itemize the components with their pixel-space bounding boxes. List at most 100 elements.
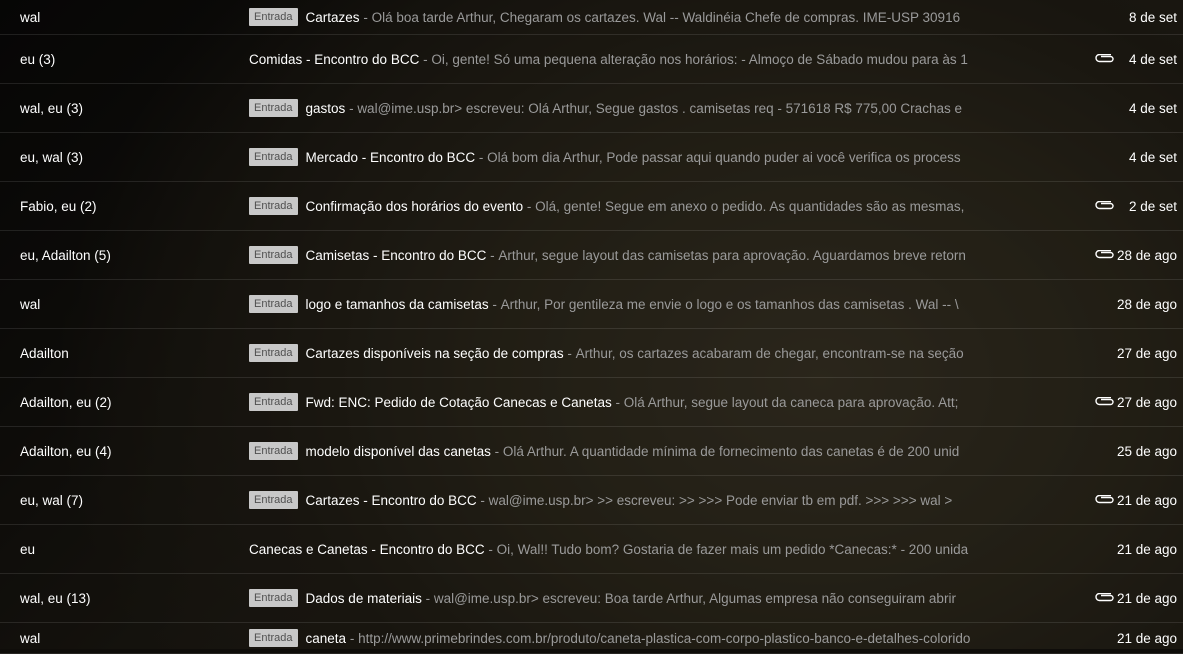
label-badge[interactable]: Entrada (249, 8, 298, 26)
message-date: 21 de ago (1116, 630, 1177, 646)
message-subject: Cartazes (305, 9, 360, 25)
message-subject: Comidas - Encontro do BCC (249, 51, 420, 67)
message-content: Entrada modelo disponível das canetas - O… (249, 442, 1091, 460)
label-badge[interactable]: Entrada (249, 148, 298, 166)
message-sender: Fabio, eu (2) (20, 198, 97, 214)
message-sender: wal, eu (3) (20, 100, 84, 116)
message-date: 4 de set (1128, 51, 1177, 67)
label-badge[interactable]: Entrada (249, 99, 298, 117)
message-snippet: Arthur, segue layout das camisetas para … (498, 247, 966, 263)
message-snippet: Arthur, Por gentileza me envie o logo e … (500, 296, 959, 312)
message-snippet: Olá, gente! Segue em anexo o pedido. As … (535, 198, 965, 214)
message-content: Entrada Confirmação dos horários do event… (249, 197, 1091, 215)
label-badge[interactable]: Entrada (249, 629, 298, 647)
message-content: Entrada Cartazes disponíveis na seção de … (249, 344, 1091, 362)
label-badge[interactable]: Entrada (249, 246, 298, 264)
message-date: 27 de ago (1116, 394, 1177, 410)
paperclip-icon (1094, 494, 1116, 506)
message-subject: Cartazes - Encontro do BCC (305, 492, 477, 508)
message-content: Entrada caneta - http://www.primebrindes.… (249, 629, 1091, 647)
message-row[interactable]: eu Canecas e Canetas - Encontro do BCC - … (0, 525, 1183, 574)
subject-separator: - (421, 590, 434, 606)
message-content: Entrada Mercado - Encontro do BCC - Olá b… (249, 148, 1091, 166)
message-sender: eu, wal (3) (20, 149, 84, 165)
message-date: 28 de ago (1116, 247, 1177, 263)
message-row[interactable]: wal Entrada Cartazes - Olá boa tarde Arthu… (0, 0, 1183, 35)
message-snippet: Olá boa tarde Arthur, Chegaram os cartaz… (371, 9, 961, 25)
message-list: wal Entrada Cartazes - Olá boa tarde Arthu… (0, 0, 1183, 654)
message-date: 21 de ago (1116, 590, 1177, 606)
message-sender: Adailton, eu (4) (20, 443, 112, 459)
message-row[interactable]: Adailton, eu (2) Entrada Fwd: ENC: Pedido … (0, 378, 1183, 427)
message-content: Entrada Cartazes - Olá boa tarde Arthur, … (249, 8, 1091, 26)
label-badge[interactable]: Entrada (249, 491, 298, 509)
label-badge[interactable]: Entrada (249, 589, 298, 607)
message-subject: gastos (305, 100, 346, 116)
subject-separator: - (484, 541, 497, 557)
message-row[interactable]: wal Entrada caneta - http://www.primebrind… (0, 623, 1183, 654)
message-date: 4 de set (1128, 149, 1177, 165)
subject-separator: - (563, 345, 576, 361)
message-subject: Canecas e Canetas - Encontro do BCC (249, 541, 485, 557)
subject-separator: - (345, 100, 358, 116)
message-snippet: Olá Arthur, segue layout da caneca para … (623, 394, 959, 410)
subject-separator: - (488, 296, 501, 312)
message-subject: Camisetas - Encontro do BCC (305, 247, 487, 263)
message-snippet: wal@ime.usp.br> escreveu: Boa tarde Arth… (433, 590, 956, 606)
message-row[interactable]: eu, wal (3) Entrada Mercado - Encontro do … (0, 133, 1183, 182)
message-sender: eu (20, 541, 36, 557)
label-badge[interactable]: Entrada (249, 344, 298, 362)
message-date: 21 de ago (1116, 492, 1177, 508)
message-row[interactable]: Adailton Entrada Cartazes disponíveis na s… (0, 329, 1183, 378)
message-date: 21 de ago (1116, 541, 1177, 557)
message-sender: wal (20, 9, 41, 25)
message-row[interactable]: wal Entrada logo e tamanhos da camisetas -… (0, 280, 1183, 329)
subject-separator: - (475, 149, 488, 165)
message-snippet: Olá Arthur. A quantidade mínima de forne… (502, 443, 960, 459)
message-sender: eu (3) (20, 51, 56, 67)
message-row[interactable]: Adailton, eu (4) Entrada modelo disponível… (0, 427, 1183, 476)
message-sender: wal (20, 630, 41, 646)
subject-separator: - (419, 51, 432, 67)
subject-separator: - (359, 9, 372, 25)
label-badge[interactable]: Entrada (249, 393, 298, 411)
message-content: Canecas e Canetas - Encontro do BCC - Oi… (249, 542, 1091, 557)
message-row[interactable]: Fabio, eu (2) Entrada Confirmação dos horá… (0, 182, 1183, 231)
message-snippet: Oi, gente! Só uma pequena alteração nos … (431, 51, 968, 67)
message-content: Entrada Dados de materiais - wal@ime.usp.… (249, 589, 1091, 607)
subject-separator: - (523, 198, 536, 214)
paperclip-icon (1094, 53, 1116, 65)
message-date: 8 de set (1128, 9, 1177, 25)
message-sender: wal (20, 296, 41, 312)
message-date: 4 de set (1128, 100, 1177, 116)
message-subject: caneta (305, 630, 347, 646)
message-date: 27 de ago (1116, 345, 1177, 361)
message-subject: logo e tamanhos da camisetas (305, 296, 489, 312)
subject-separator: - (486, 247, 499, 263)
message-content: Entrada logo e tamanhos da camisetas - Ar… (249, 295, 1091, 313)
message-subject: modelo disponível das canetas (305, 443, 491, 459)
message-sender: wal, eu (13) (20, 590, 91, 606)
paperclip-icon (1094, 200, 1116, 212)
message-sender: Adailton (20, 345, 69, 361)
message-subject: Confirmação dos horários do evento (305, 198, 524, 214)
message-row[interactable]: eu (3) Comidas - Encontro do BCC - Oi, ge… (0, 35, 1183, 84)
message-date: 25 de ago (1116, 443, 1177, 459)
message-row[interactable]: eu, Adailton (5) Entrada Camisetas - Encon… (0, 231, 1183, 280)
message-date: 28 de ago (1116, 296, 1177, 312)
message-content: Entrada gastos - wal@ime.usp.br> escreveu… (249, 99, 1091, 117)
paperclip-icon (1094, 592, 1116, 604)
label-badge[interactable]: Entrada (249, 442, 298, 460)
subject-separator: - (346, 630, 359, 646)
message-date: 2 de set (1128, 198, 1177, 214)
message-row[interactable]: eu, wal (7) Entrada Cartazes - Encontro do… (0, 476, 1183, 525)
message-content: Comidas - Encontro do BCC - Oi, gente! S… (249, 52, 1091, 67)
message-row[interactable]: wal, eu (3) Entrada gastos - wal@ime.usp.b… (0, 84, 1183, 133)
label-badge[interactable]: Entrada (249, 197, 298, 215)
message-snippet: wal@ime.usp.br> escreveu: Olá Arthur, Se… (357, 100, 962, 116)
label-badge[interactable]: Entrada (249, 295, 298, 313)
message-content: Entrada Camisetas - Encontro do BCC - Art… (249, 246, 1091, 264)
message-snippet: wal@ime.usp.br> >> escreveu: >> >>> Pode… (488, 492, 953, 508)
message-row[interactable]: wal, eu (13) Entrada Dados de materiais - … (0, 574, 1183, 623)
paperclip-icon (1094, 396, 1116, 408)
